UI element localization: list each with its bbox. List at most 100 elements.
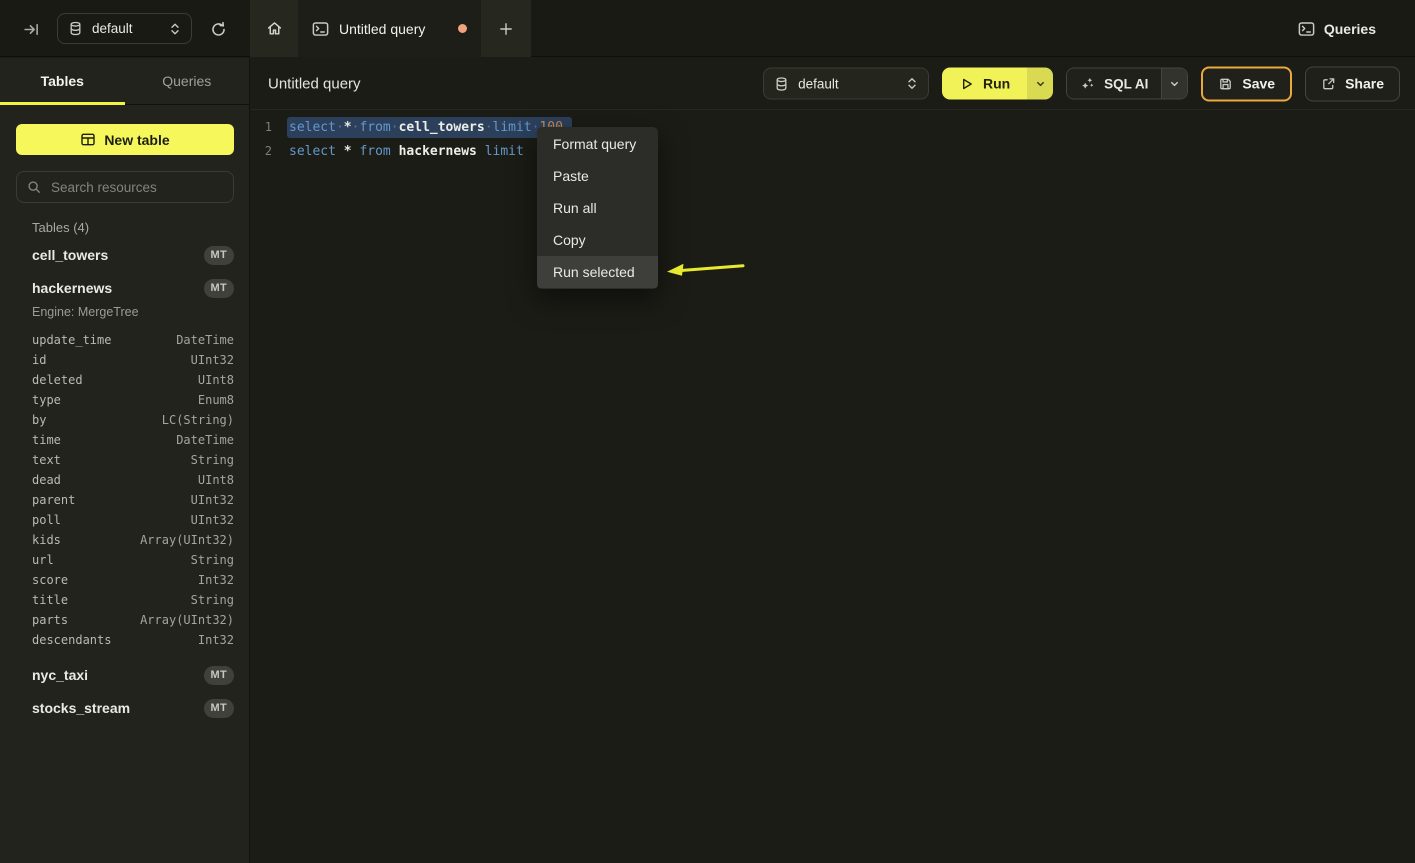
toolbar-database-selector[interactable]: default: [763, 68, 929, 100]
schema-row: deadUInt8: [32, 470, 234, 490]
search-resources-input[interactable]: [49, 179, 223, 196]
sql-ai-button-group: SQL AI: [1066, 68, 1188, 100]
column-name: id: [32, 353, 46, 367]
refresh-icon: [210, 21, 227, 38]
save-button[interactable]: Save: [1201, 66, 1292, 101]
table-row-cell-towers[interactable]: cell_towers MT: [32, 240, 234, 270]
save-icon: [1218, 76, 1233, 91]
engine-badge: MT: [204, 246, 234, 265]
engine-badge: MT: [204, 279, 234, 298]
table-row-hackernews[interactable]: hackernews MT: [32, 273, 234, 303]
code-line-2[interactable]: 2 select * from hackernews limit: [251, 139, 1415, 163]
column-type: UInt32: [191, 513, 234, 527]
schema-row: timeDateTime: [32, 430, 234, 450]
column-name: parent: [32, 493, 75, 507]
engine-label: Engine: MergeTree: [32, 305, 139, 319]
table-row-nyc-taxi[interactable]: nyc_taxi MT: [32, 660, 234, 690]
column-type: Int32: [198, 633, 234, 647]
menu-item-label: Paste: [553, 168, 589, 184]
sql-ai-button[interactable]: SQL AI: [1067, 69, 1161, 99]
column-type: Enum8: [198, 393, 234, 407]
new-tab-button[interactable]: [481, 0, 531, 57]
schema-row: byLC(String): [32, 410, 234, 430]
query-header: Untitled query default: [251, 58, 1415, 110]
database-icon: [68, 21, 83, 36]
main-panel: Untitled query default: [251, 58, 1415, 863]
table-row-stocks-stream[interactable]: stocks_stream MT: [32, 693, 234, 723]
editor-context-menu: Format query Paste Run all Copy Run sele…: [537, 127, 658, 289]
schema-row: scoreInt32: [32, 570, 234, 590]
column-type: DateTime: [176, 433, 234, 447]
refresh-button[interactable]: [207, 18, 229, 40]
home-icon: [266, 20, 283, 37]
topbar-database-selector[interactable]: default: [57, 13, 192, 44]
menu-item-label: Format query: [553, 136, 636, 152]
sidebar-collapse-button[interactable]: [20, 18, 42, 40]
query-text: select * from hackernews limit: [289, 144, 532, 159]
plus-icon: [498, 21, 514, 37]
line-number: 1: [251, 120, 272, 134]
column-type: Int32: [198, 573, 234, 587]
tab-title: Untitled query: [339, 21, 448, 37]
column-name: deleted: [32, 373, 83, 387]
sidebar-tab-tables[interactable]: Tables: [0, 58, 125, 104]
menu-item-label: Run selected: [553, 264, 635, 280]
menu-item-paste[interactable]: Paste: [537, 160, 658, 192]
column-type: String: [191, 593, 234, 607]
toolbar-database-value: default: [798, 76, 897, 91]
column-type: Array(UInt32): [140, 613, 234, 627]
queries-button[interactable]: Queries: [1298, 0, 1376, 57]
column-name: update_time: [32, 333, 111, 347]
hackernews-schema: update_timeDateTime idUInt32 deletedUInt…: [32, 330, 234, 650]
run-button[interactable]: Run: [942, 68, 1027, 100]
sql-editor[interactable]: 1 select·*·from·cell_towers·limit·100 2 …: [251, 110, 1415, 163]
chevron-down-icon: [1169, 78, 1180, 89]
menu-item-run-all[interactable]: Run all: [537, 192, 658, 224]
engine-badge: MT: [204, 699, 234, 718]
queries-button-label: Queries: [1324, 21, 1376, 37]
new-table-button[interactable]: New table: [16, 124, 234, 155]
table-icon: [80, 132, 96, 147]
terminal-icon: [312, 21, 329, 37]
app-window: default: [0, 0, 1415, 863]
share-button[interactable]: Share: [1305, 66, 1400, 101]
run-options-dropdown[interactable]: [1027, 68, 1053, 100]
schema-row: update_timeDateTime: [32, 330, 234, 350]
schema-row: kidsArray(UInt32): [32, 530, 234, 550]
tab-untitled-query[interactable]: Untitled query: [298, 0, 481, 57]
table-name: nyc_taxi: [32, 667, 88, 683]
schema-row: parent UInt32: [32, 490, 234, 510]
active-tab-underline: [0, 102, 125, 105]
column-name: title: [32, 593, 68, 607]
chevron-down-icon: [1035, 78, 1046, 89]
table-name: hackernews: [32, 280, 112, 296]
column-name: descendants: [32, 633, 111, 647]
column-type: UInt8: [198, 473, 234, 487]
column-type: UInt32: [191, 493, 234, 507]
share-icon: [1321, 76, 1336, 91]
menu-item-copy[interactable]: Copy: [537, 224, 658, 256]
code-line-1[interactable]: 1 select·*·from·cell_towers·limit·100: [251, 115, 1415, 139]
menu-item-format-query[interactable]: Format query: [537, 128, 658, 160]
schema-row: text String: [32, 450, 234, 470]
tables-section-label: Tables (4): [32, 220, 89, 235]
schema-row: title String: [32, 590, 234, 610]
query-toolbar: default Run: [763, 66, 1400, 101]
sparkles-icon: [1080, 76, 1095, 91]
column-name: text: [32, 453, 61, 467]
column-type: UInt8: [198, 373, 234, 387]
menu-item-run-selected[interactable]: Run selected: [537, 256, 658, 288]
column-type: UInt32: [191, 353, 234, 367]
search-resources-box: [16, 171, 234, 203]
home-button[interactable]: [250, 0, 298, 57]
menu-item-label: Run all: [553, 200, 597, 216]
column-name: kids: [32, 533, 61, 547]
sidebar-tab-queries[interactable]: Queries: [125, 58, 250, 104]
column-name: parts: [32, 613, 68, 627]
unsaved-changes-dot: [458, 24, 467, 33]
column-type: String: [191, 453, 234, 467]
engine-badge: MT: [204, 666, 234, 685]
sql-ai-dropdown[interactable]: [1161, 69, 1187, 99]
sidebar-tabs: Tables Queries: [0, 58, 249, 105]
page-title: Untitled query: [268, 75, 361, 92]
